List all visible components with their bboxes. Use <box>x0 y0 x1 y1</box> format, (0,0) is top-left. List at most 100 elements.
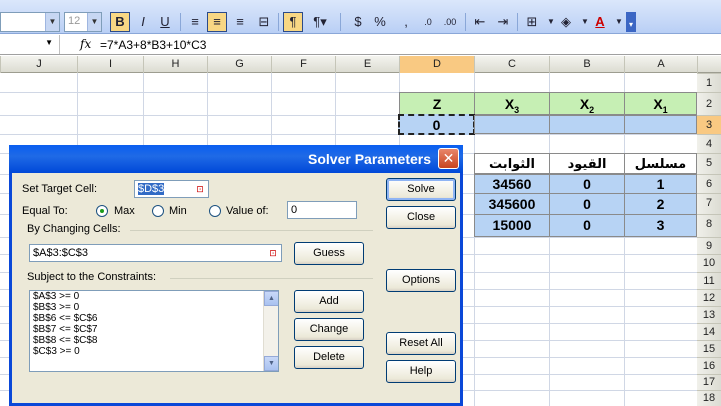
row-header[interactable]: 9 <box>697 237 721 254</box>
align-left-icon[interactable]: ≡ <box>185 12 205 32</box>
help-button[interactable]: Help <box>386 360 456 383</box>
comma-style-icon[interactable]: , <box>396 12 416 32</box>
cell-a2[interactable]: X1 <box>624 92 697 115</box>
cell-c7[interactable]: 345600 <box>474 193 550 215</box>
fill-color-icon[interactable]: ◈ <box>556 12 576 32</box>
list-item[interactable]: $B$8 <= $C$8 <box>30 335 278 346</box>
chevron-down-icon[interactable]: ▼ <box>87 13 101 31</box>
paragraph-direction-icon[interactable]: ¶▾ <box>310 12 330 32</box>
chevron-down-icon[interactable]: ▼ <box>45 13 59 31</box>
cell-d3[interactable]: 0 <box>398 114 475 135</box>
column-header[interactable]: F <box>271 56 335 73</box>
min-radio[interactable] <box>152 205 164 217</box>
column-header[interactable]: I <box>77 56 143 73</box>
cell-b8[interactable]: 0 <box>549 214 625 237</box>
row-header[interactable]: 1 <box>697 73 721 92</box>
changing-cells-input[interactable]: $A$3:$C$3 ⊡ <box>29 244 282 262</box>
delete-button[interactable]: Delete <box>294 346 364 369</box>
collapse-dialog-icon[interactable]: ⊡ <box>193 182 207 196</box>
cell-b6[interactable]: 0 <box>549 174 625 194</box>
row-header[interactable]: 4 <box>697 134 721 153</box>
row-header[interactable]: 14 <box>697 323 721 340</box>
close-button[interactable]: Close <box>386 206 456 229</box>
set-target-input[interactable]: $D$3 ⊡ <box>134 180 209 198</box>
font-name-combo[interactable]: ▼ <box>0 12 60 32</box>
cell-b5[interactable]: القيود <box>549 153 625 174</box>
increase-decimal-icon[interactable]: .0 <box>418 12 438 32</box>
cell-c3[interactable] <box>474 115 550 134</box>
scroll-up-icon[interactable]: ▲ <box>264 291 278 306</box>
row-header[interactable]: 13 <box>697 306 721 323</box>
row-header[interactable]: 5 <box>697 153 721 174</box>
change-button[interactable]: Change <box>294 318 364 341</box>
cell-c2[interactable]: X3 <box>474 92 550 115</box>
column-header[interactable]: D <box>399 56 474 73</box>
cell-a3[interactable] <box>624 115 697 134</box>
guess-button[interactable]: Guess <box>294 242 364 265</box>
row-header[interactable]: 2 <box>697 92 721 115</box>
row-header[interactable]: 7 <box>697 193 721 214</box>
constraints-list[interactable]: $A$3 >= 0 $B$3 >= 0 $B$6 <= $C$6 $B$7 <=… <box>29 290 279 372</box>
cell-b3[interactable] <box>549 115 625 134</box>
row-header[interactable]: 8 <box>697 214 721 237</box>
cell-a6[interactable]: 1 <box>624 174 697 194</box>
list-item[interactable]: $C$3 >= 0 <box>30 346 278 357</box>
row-header[interactable]: 6 <box>697 174 721 193</box>
decrease-decimal-icon[interactable]: .00 <box>440 12 460 32</box>
cell-a5[interactable]: مسلسل <box>624 153 697 174</box>
cell-c5[interactable]: الثوابت <box>474 153 550 174</box>
list-scrollbar[interactable]: ▲ ▼ <box>263 291 278 371</box>
bold-button[interactable]: B <box>110 12 130 32</box>
align-right-icon[interactable]: ≡ <box>230 12 250 32</box>
max-radio[interactable] <box>96 205 108 217</box>
row-header[interactable]: 11 <box>697 272 721 289</box>
underline-button[interactable]: U <box>155 12 175 32</box>
decrease-indent-icon[interactable]: ⇤ <box>470 12 490 32</box>
column-header[interactable]: C <box>474 56 549 73</box>
row-header[interactable]: 10 <box>697 254 721 272</box>
font-color-icon[interactable]: A <box>590 12 610 32</box>
column-header[interactable]: H <box>143 56 207 73</box>
insert-function-icon[interactable]: fx <box>80 37 91 51</box>
chevron-down-icon[interactable]: ▼ <box>45 38 53 47</box>
row-header[interactable]: 3 <box>697 115 721 134</box>
borders-icon[interactable]: ⊞ <box>522 12 542 32</box>
cell-a8[interactable]: 3 <box>624 214 697 237</box>
list-item[interactable]: $B$6 <= $C$6 <box>30 313 278 324</box>
currency-icon[interactable]: $ <box>348 12 368 32</box>
merge-center-icon[interactable]: ⊟ <box>254 12 274 32</box>
options-button[interactable]: Options <box>386 269 456 292</box>
cell-a7[interactable]: 2 <box>624 193 697 215</box>
cell-d2[interactable]: Z <box>399 92 475 115</box>
formula-input[interactable]: =7*A3+8*B3+10*C3 <box>100 38 206 52</box>
scroll-down-icon[interactable]: ▼ <box>264 356 278 371</box>
cell-c8[interactable]: 15000 <box>474 214 550 237</box>
row-header[interactable]: 18 <box>697 390 721 406</box>
align-center-icon[interactable]: ≡ <box>207 12 227 32</box>
column-header[interactable]: A <box>624 56 697 73</box>
italic-button[interactable]: I <box>133 12 153 32</box>
row-header[interactable]: 17 <box>697 374 721 390</box>
cell-b2[interactable]: X2 <box>549 92 625 115</box>
reset-all-button[interactable]: Reset All <box>386 332 456 355</box>
value-of-radio[interactable] <box>209 205 221 217</box>
select-all-corner[interactable] <box>697 56 721 73</box>
dialog-titlebar[interactable]: Solver Parameters ✕ <box>9 145 463 173</box>
name-box[interactable]: ▼ <box>0 35 60 54</box>
text-direction-icon[interactable]: ¶ <box>283 12 303 32</box>
collapse-dialog-icon[interactable]: ⊡ <box>266 246 280 260</box>
column-header[interactable]: B <box>549 56 624 73</box>
close-icon[interactable]: ✕ <box>438 148 459 169</box>
column-header[interactable]: J <box>0 56 77 73</box>
column-header[interactable]: E <box>335 56 399 73</box>
value-of-input[interactable]: 0 <box>287 201 357 219</box>
row-header[interactable]: 12 <box>697 289 721 306</box>
list-item[interactable]: $A$3 >= 0 <box>30 291 278 302</box>
add-button[interactable]: Add <box>294 290 364 313</box>
font-size-combo[interactable]: 12 ▼ <box>64 12 102 32</box>
cell-b7[interactable]: 0 <box>549 193 625 215</box>
percent-button[interactable]: % <box>370 12 390 32</box>
column-header[interactable]: G <box>207 56 271 73</box>
row-header[interactable]: 15 <box>697 340 721 357</box>
increase-indent-icon[interactable]: ⇥ <box>493 12 513 32</box>
